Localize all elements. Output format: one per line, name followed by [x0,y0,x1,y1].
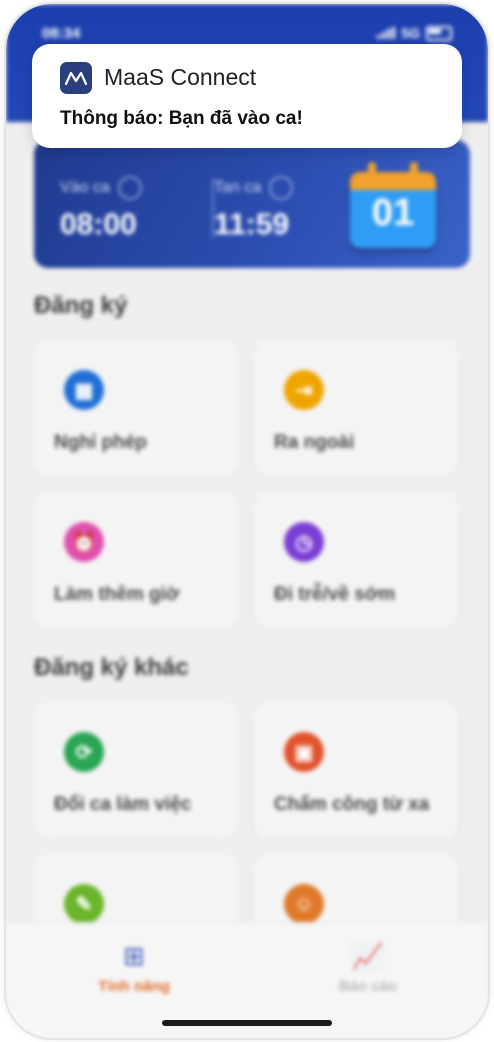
status-bar: 08:34 5G [42,22,452,44]
tile-label: Đi trễ/về sớm [274,584,396,605]
maas-logo-icon [60,62,92,94]
calendar-day: 01 [371,192,415,234]
nav-reports[interactable]: 📈 Báo cáo [288,941,448,995]
check-in-time: 08:00 [60,208,137,241]
tile-late-early[interactable]: ◷ Đi trễ/về sớm [254,492,458,628]
network-label: 5G [401,25,420,41]
tile-label: Đổi ca làm việc [54,794,192,815]
tile-remote-checkin[interactable]: ▣ Chấm công từ xa [254,702,458,838]
checklist-icon: ✎ [64,884,104,924]
tile-label: Nghỉ phép [54,432,147,453]
check-in-label: Vào ca [60,179,110,196]
battery-icon [426,25,452,41]
tile-leave[interactable]: ▦ Nghỉ phép [34,340,238,476]
signal-icon [377,27,396,39]
chart-icon: 📈 [351,941,385,971]
swap-icon: ⟳ [64,732,104,772]
tile-go-out[interactable]: ⇥ Ra ngoài [254,340,458,476]
tile-label: Ra ngoài [274,432,355,453]
tile-label: Làm thêm giờ [54,584,180,605]
exit-door-icon: ⇥ [284,370,324,410]
nav-features[interactable]: ⊞ Tính năng [54,941,214,995]
status-time: 08:34 [42,24,81,42]
grid-icon: ⊞ [123,941,145,971]
phone-frame: 08:34 5G Vào ca 08:00 Tan ca 11:59 01 Đă… [6,4,488,1038]
other-register-section-title: Đăng ký khác [34,654,189,681]
register-section-title: Đăng ký [34,292,128,319]
check-out-time: 11:59 [214,208,290,241]
check-out-icon [269,176,294,200]
nav-reports-label: Báo cáo [338,978,398,995]
status-indicators: 5G [377,25,452,41]
check-in-icon [117,176,142,200]
tile-label: Chấm công từ xa [274,794,430,815]
check-out-label: Tan ca [214,179,262,196]
tile-change-shift[interactable]: ⟳ Đổi ca làm việc [34,702,238,838]
remote-checkin-icon: ▣ [284,732,324,772]
clock-icon: ◷ [284,522,324,562]
check-in-block: Vào ca 08:00 [60,176,142,242]
check-out-block: Tan ca 11:59 [214,176,294,242]
app-screen: 08:34 5G Vào ca 08:00 Tan ca 11:59 01 Đă… [6,4,488,1038]
notification-banner[interactable]: MaaS Connect Thông báo: Bạn đã vào ca! [32,44,462,148]
alarm-clock-icon: ⏰ [64,522,104,562]
calendar-icon: ▦ [64,370,104,410]
calendar-icon: 01 [350,162,436,248]
notification-app-name: MaaS Connect [104,64,257,90]
tile-overtime[interactable]: ⏰ Làm thêm giờ [34,492,238,628]
home-indicator[interactable] [162,1020,332,1026]
user-icon: ☺ [284,884,324,924]
nav-features-label: Tính năng [98,978,170,995]
notification-message: Thông báo: Bạn đã vào ca! [60,108,303,129]
shift-card[interactable]: Vào ca 08:00 Tan ca 11:59 01 [34,140,470,268]
